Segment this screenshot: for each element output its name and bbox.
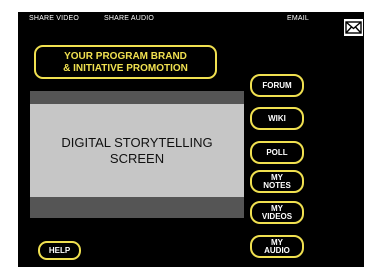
- screen-title-line-2: SCREEN: [109, 151, 165, 166]
- forum-label: FORUM: [262, 80, 292, 90]
- poll-label: POLL: [266, 147, 288, 157]
- help-button[interactable]: HELP: [38, 241, 81, 260]
- app-frame: SHARE VIDEO SHARE AUDIO EMAIL YOUR PROGR…: [18, 12, 364, 267]
- my-videos-button[interactable]: MY VIDEOS: [250, 201, 304, 224]
- my-notes-label-line-2: NOTES: [263, 180, 291, 190]
- storytelling-screen-frame: DIGITAL STORYTELLING SCREEN: [30, 91, 244, 218]
- my-notes-button[interactable]: MY NOTES: [250, 170, 304, 193]
- brand-line-2: & INITIATIVE PROMOTION: [63, 63, 188, 74]
- poll-button[interactable]: POLL: [250, 141, 304, 164]
- screen-title-line-1: DIGITAL STORYTELLING: [61, 135, 213, 150]
- wiki-button[interactable]: WIKI: [250, 107, 304, 130]
- share-video-link[interactable]: SHARE VIDEO: [29, 15, 79, 22]
- brand-line-1: YOUR PROGRAM BRAND: [64, 51, 187, 62]
- envelope-icon[interactable]: [344, 19, 363, 36]
- digital-storytelling-screen[interactable]: DIGITAL STORYTELLING SCREEN: [30, 104, 244, 197]
- forum-button[interactable]: FORUM: [250, 74, 304, 97]
- my-audio-button[interactable]: MY AUDIO: [250, 235, 304, 258]
- share-audio-link[interactable]: SHARE AUDIO: [104, 15, 154, 22]
- my-audio-label-line-2: AUDIO: [264, 245, 290, 255]
- wiki-label: WIKI: [268, 113, 286, 123]
- program-brand-banner: YOUR PROGRAM BRAND & INITIATIVE PROMOTIO…: [34, 45, 217, 79]
- email-link[interactable]: EMAIL: [287, 15, 309, 22]
- my-videos-label-line-2: VIDEOS: [261, 211, 293, 221]
